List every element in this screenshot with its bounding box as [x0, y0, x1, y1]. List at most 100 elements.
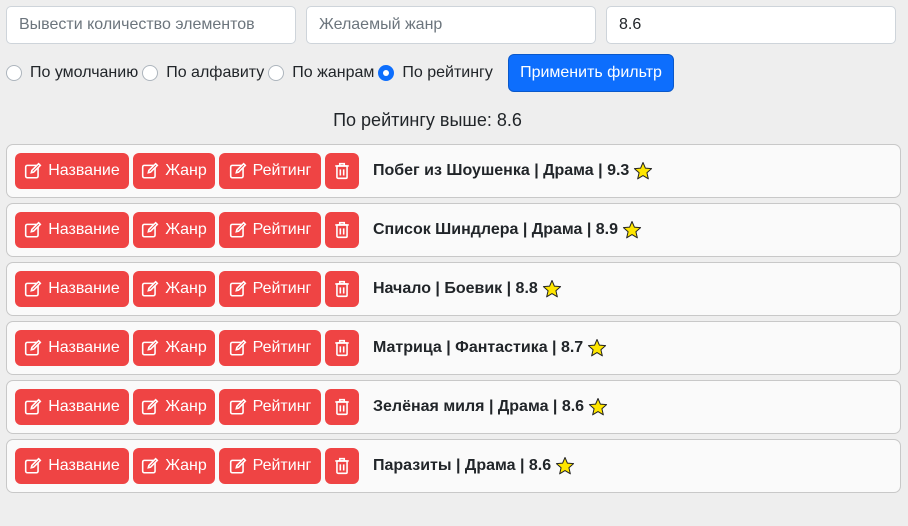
- movie-card: Название Жанр Рейтинг Список Шиндлера | …: [6, 203, 901, 257]
- edit-rating-button[interactable]: Рейтинг: [219, 271, 321, 307]
- edit-icon: [25, 339, 42, 356]
- radio-circle[interactable]: [6, 65, 22, 81]
- edit-icon: [25, 457, 42, 474]
- delete-button[interactable]: [325, 330, 359, 366]
- genre-input[interactable]: [306, 6, 596, 44]
- radio-circle[interactable]: [142, 65, 159, 81]
- edit-genre-button[interactable]: Жанр: [133, 153, 215, 189]
- edit-rating-button[interactable]: Рейтинг: [219, 448, 321, 484]
- star-icon: [634, 162, 653, 180]
- star-icon: [588, 339, 607, 357]
- movie-info: Зелёная миля | Драма | 8.6: [373, 381, 608, 433]
- edit-name-label: Название: [48, 280, 120, 297]
- apply-filter-button[interactable]: Применить фильтр: [508, 54, 674, 92]
- edit-name-button[interactable]: Название: [15, 448, 129, 484]
- edit-genre-button[interactable]: Жанр: [133, 212, 215, 248]
- edit-icon: [25, 221, 42, 238]
- movie-title-text: Матрица | Фантастика | 8.7: [373, 339, 584, 356]
- movie-info: Матрица | Фантастика | 8.7: [373, 322, 607, 374]
- star-icon: [588, 398, 608, 416]
- movie-card: Название Жанр Рейтинг Побег из Шоушенка …: [6, 144, 901, 198]
- movie-info: Начало | Боевик | 8.8: [373, 263, 562, 315]
- edit-genre-button[interactable]: Жанр: [133, 389, 215, 425]
- edit-icon: [229, 339, 247, 356]
- edit-genre-button[interactable]: Жанр: [133, 271, 215, 307]
- edit-genre-label: Жанр: [165, 457, 207, 474]
- edit-name-label: Название: [48, 398, 120, 415]
- delete-button[interactable]: [325, 153, 359, 189]
- delete-button[interactable]: [325, 448, 359, 484]
- edit-rating-button[interactable]: Рейтинг: [219, 330, 321, 366]
- edit-name-label: Название: [48, 162, 120, 179]
- trash-icon: [335, 280, 349, 298]
- movie-list: Название Жанр Рейтинг Побег из Шоушенка …: [6, 144, 901, 498]
- edit-genre-button[interactable]: Жанр: [133, 330, 215, 366]
- filter-result-heading: По рейтингу выше: 8.6: [333, 110, 522, 130]
- movie-info: Побег из Шоушенка | Драма | 9.3: [373, 145, 653, 197]
- edit-name-button[interactable]: Название: [15, 212, 129, 248]
- edit-name-label: Название: [48, 221, 120, 238]
- edit-icon: [25, 162, 42, 179]
- movie-card: Название Жанр Рейтинг Паразиты | Драма |…: [6, 439, 901, 493]
- sort-radio-group: По умолчанию По алфавиту По жанрам По ре…: [6, 63, 497, 83]
- edit-rating-label: Рейтинг: [252, 162, 312, 179]
- trash-icon: [335, 457, 349, 475]
- radio-circle[interactable]: [378, 65, 395, 81]
- edit-name-button[interactable]: Название: [15, 330, 129, 366]
- trash-icon: [335, 398, 349, 416]
- edit-genre-label: Жанр: [165, 221, 207, 238]
- delete-button[interactable]: [325, 389, 359, 425]
- edit-genre-label: Жанр: [165, 398, 207, 415]
- edit-rating-button[interactable]: Рейтинг: [219, 389, 321, 425]
- count-input[interactable]: [6, 6, 296, 44]
- edit-genre-label: Жанр: [165, 162, 207, 179]
- edit-icon: [25, 280, 42, 297]
- sort-bar: По умолчанию По алфавиту По жанрам По ре…: [6, 54, 896, 92]
- edit-icon: [229, 221, 247, 238]
- sort-radio-alphabet[interactable]: По алфавиту: [142, 64, 264, 82]
- movie-card: Название Жанр Рейтинг Начало | Боевик | …: [6, 262, 901, 316]
- edit-icon: [142, 398, 159, 415]
- edit-icon: [229, 398, 247, 415]
- sort-radio-default[interactable]: По умолчанию: [6, 64, 138, 82]
- edit-rating-button[interactable]: Рейтинг: [219, 212, 321, 248]
- trash-icon: [335, 339, 349, 357]
- sort-radio-genre[interactable]: По жанрам: [268, 64, 374, 82]
- trash-icon: [335, 221, 349, 239]
- movie-title-text: Паразиты | Драма | 8.6: [373, 457, 552, 474]
- edit-name-button[interactable]: Название: [15, 153, 129, 189]
- edit-rating-label: Рейтинг: [252, 280, 312, 297]
- star-icon: [556, 457, 575, 475]
- sort-radio-label: По алфавиту: [166, 64, 265, 81]
- movie-card: Название Жанр Рейтинг Матрица | Фантасти…: [6, 321, 901, 375]
- edit-name-label: Название: [48, 339, 120, 356]
- edit-genre-label: Жанр: [165, 339, 207, 356]
- delete-button[interactable]: [325, 212, 359, 248]
- sort-radio-label: По рейтингу: [402, 64, 493, 81]
- movie-info: Паразиты | Драма | 8.6: [373, 440, 575, 492]
- edit-rating-button[interactable]: Рейтинг: [219, 153, 321, 189]
- edit-name-button[interactable]: Название: [15, 271, 129, 307]
- edit-genre-button[interactable]: Жанр: [133, 448, 215, 484]
- edit-name-button[interactable]: Название: [15, 389, 129, 425]
- filter-inputs: [6, 6, 896, 44]
- trash-icon: [335, 162, 349, 180]
- edit-icon: [229, 162, 247, 179]
- movie-title-text: Список Шиндлера | Драма | 8.9: [373, 221, 619, 238]
- edit-icon: [142, 221, 159, 238]
- edit-icon: [142, 280, 159, 297]
- radio-circle[interactable]: [268, 65, 285, 81]
- edit-icon: [25, 398, 42, 415]
- edit-rating-label: Рейтинг: [252, 457, 312, 474]
- edit-icon: [229, 280, 247, 297]
- edit-icon: [229, 457, 247, 474]
- rating-input[interactable]: [606, 6, 896, 44]
- edit-rating-label: Рейтинг: [252, 221, 312, 238]
- edit-icon: [142, 162, 159, 179]
- movie-title-text: Начало | Боевик | 8.8: [373, 280, 538, 297]
- edit-icon: [142, 457, 159, 474]
- sort-radio-rating[interactable]: По рейтингу: [378, 64, 493, 82]
- edit-icon: [142, 339, 159, 356]
- sort-radio-label: По жанрам: [292, 64, 375, 81]
- delete-button[interactable]: [325, 271, 359, 307]
